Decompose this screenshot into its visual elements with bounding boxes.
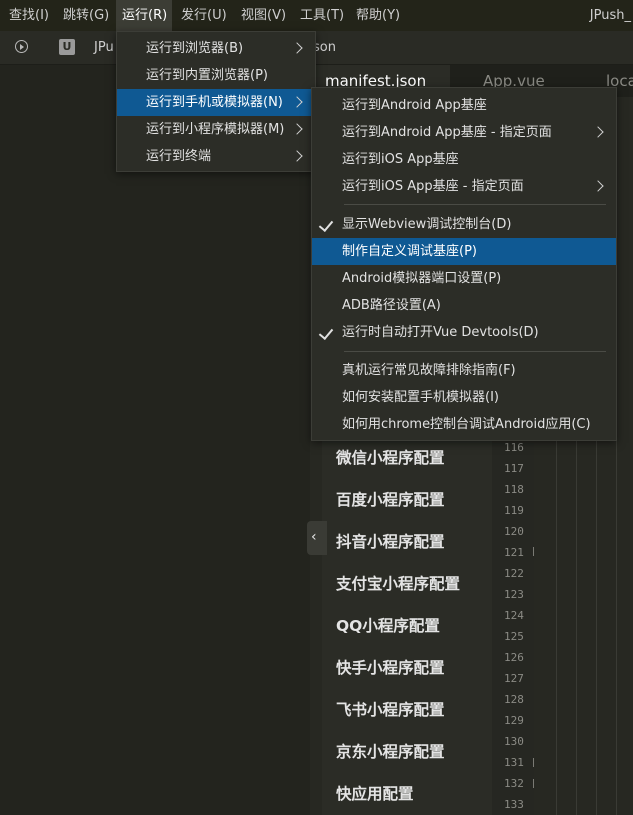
menu-item-ios-base-page[interactable]: 运行到iOS App基座 - 指定页面 [312,173,616,200]
line-number: 117 [504,462,524,475]
chevron-right-icon [291,150,303,162]
line-number: 129 [504,714,524,727]
line-number: 125 [504,630,524,643]
project-explorer-panel [0,65,310,815]
menu-item-label: 运行到iOS App基座 - 指定页面 [342,179,524,194]
menu-item-webview-console[interactable]: 显示Webview调试控制台(D) [312,211,616,238]
menu-bar: 查找(I) 跳转(G) 运行(R) 发行(U) 视图(V) 工具(T) 帮助(Y… [0,0,633,31]
outline-item-kuaishou[interactable]: 快手小程序配置 [336,656,445,680]
menu-item-label: 运行到浏览器(B) [146,41,244,56]
run-icon[interactable] [15,40,28,53]
checkmark-icon [318,324,334,341]
menu-item-adb-path[interactable]: ADB路径设置(A) [312,292,616,319]
toolbar: U JPu son [0,31,633,65]
menu-item-chrome-debug[interactable]: 如何用chrome控制台调试Android应用(C) [312,411,616,438]
menu-goto[interactable]: 跳转(G) [57,0,115,31]
menu-item-label: 运行到终端 [146,149,212,164]
menu-item-label: 运行到Android App基座 - 指定页面 [342,125,552,140]
outline-item-qq[interactable]: QQ小程序配置 [336,614,440,638]
line-number: 130 [504,735,524,748]
menu-help[interactable]: 帮助(Y) [350,0,406,31]
line-number: 127 [504,672,524,685]
menu-item-android-base-page[interactable]: 运行到Android App基座 - 指定页面 [312,119,616,146]
menu-run[interactable]: 运行(R) [116,0,172,31]
run-menu: 运行到浏览器(B) 运行到内置浏览器(P) 运行到手机或模拟器(N) 运行到小程… [116,31,316,172]
outline-item-feishu[interactable]: 飞书小程序配置 [336,698,445,722]
window-title: JPush_ [589,8,631,23]
menu-item-custom-debug-base[interactable]: 制作自定义调试基座(P) [312,238,616,265]
menu-item-troubleshooting[interactable]: 真机运行常见故障排除指南(F) [312,357,616,384]
line-number: 131 [504,756,524,769]
breadcrumb-project[interactable]: JPu [94,31,114,64]
menu-item-label: 运行到内置浏览器(P) [146,68,268,83]
outline-item-weixin[interactable]: 微信小程序配置 [336,446,445,470]
outline-item-quickapp[interactable]: 快应用配置 [336,782,414,806]
menu-item-label: 如何用chrome控制台调试Android应用(C) [342,417,591,432]
menu-publish[interactable]: 发行(U) [175,0,233,31]
menu-find[interactable]: 查找(I) [3,0,55,31]
checkmark-icon [318,216,334,233]
menu-item-label: 显示Webview调试控制台(D) [342,217,512,232]
device-submenu: 运行到Android App基座 运行到Android App基座 - 指定页面… [311,87,617,441]
collapse-outline-button[interactable]: ‹ [307,521,327,555]
menu-item-android-emulator-port[interactable]: Android模拟器端口设置(P) [312,265,616,292]
menu-item-label: 运行到手机或模拟器(N) [146,95,283,110]
line-number: 118 [504,483,524,496]
breadcrumb-file[interactable]: son [313,31,336,64]
menu-separator [344,204,606,205]
line-number: 128 [504,693,524,706]
outline-item-jd[interactable]: 京东小程序配置 [336,740,445,764]
line-number: 121 [504,546,524,559]
menu-item-label: ADB路径设置(A) [342,298,441,313]
menu-item-run-device[interactable]: 运行到手机或模拟器(N) [117,89,315,116]
menu-item-android-base[interactable]: 运行到Android App基座 [312,92,616,119]
menu-item-run-terminal[interactable]: 运行到终端 [117,143,315,170]
menu-item-install-emulator[interactable]: 如何安装配置手机模拟器(I) [312,384,616,411]
outline-item-alipay[interactable]: 支付宝小程序配置 [336,572,460,596]
menu-item-run-browser[interactable]: 运行到浏览器(B) [117,35,315,62]
menu-item-label: 运行到iOS App基座 [342,152,459,167]
line-number: 124 [504,609,524,622]
line-number: 119 [504,504,524,517]
project-icon: U [59,39,75,55]
chevron-right-icon [291,123,303,135]
line-number: 120 [504,525,524,538]
chevron-right-icon [291,42,303,54]
menu-item-label: 如何安装配置手机模拟器(I) [342,390,499,405]
menu-item-label: 运行到小程序模拟器(M) [146,122,285,137]
menu-item-run-builtin-browser[interactable]: 运行到内置浏览器(P) [117,62,315,89]
line-number: 116 [504,441,524,454]
line-number: 122 [504,567,524,580]
chevron-left-icon: ‹ [311,529,317,545]
outline-item-baidu[interactable]: 百度小程序配置 [336,488,445,512]
menu-item-label: 运行到Android App基座 [342,98,487,113]
menu-tools[interactable]: 工具(T) [294,0,350,31]
menu-item-label: 真机运行常见故障排除指南(F) [342,363,516,378]
menu-item-label: 运行时自动打开Vue Devtools(D) [342,325,539,340]
outline-item-douyin[interactable]: 抖音小程序配置 [336,530,445,554]
chevron-right-icon [592,180,604,192]
menu-item-ios-base[interactable]: 运行到iOS App基座 [312,146,616,173]
menu-item-run-miniprogram[interactable]: 运行到小程序模拟器(M) [117,116,315,143]
chevron-right-icon [291,96,303,108]
menu-view[interactable]: 视图(V) [235,0,292,31]
menu-item-vue-devtools[interactable]: 运行时自动打开Vue Devtools(D) [312,319,616,346]
menu-separator [344,351,606,352]
line-number: 132 [504,777,524,790]
menu-item-label: Android模拟器端口设置(P) [342,271,502,286]
line-number: 123 [504,588,524,601]
line-number: 133 [504,798,524,811]
line-number: 126 [504,651,524,664]
chevron-right-icon [592,126,604,138]
menu-item-label: 制作自定义调试基座(P) [342,244,477,259]
